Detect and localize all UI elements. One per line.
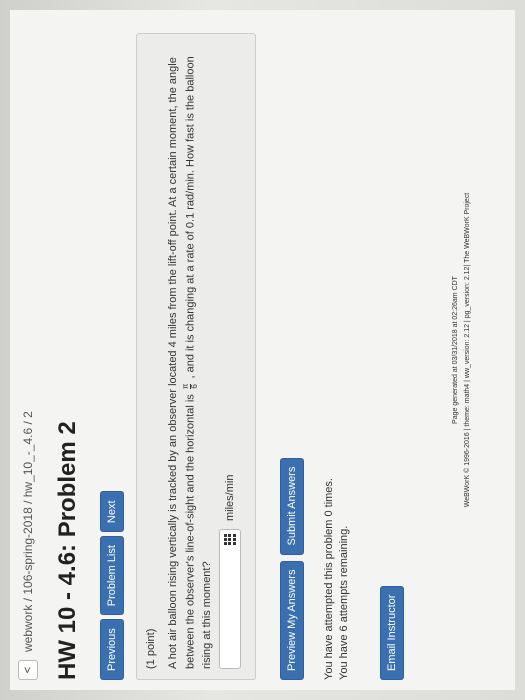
attempted-text: You have attempted this problem 0 times. [323, 478, 335, 680]
breadcrumb-path[interactable]: webwork / 106-spring-2018 / hw_10_-_4.6 … [21, 411, 35, 652]
next-button[interactable]: Next [100, 491, 124, 533]
photo-background: < webwork / 106-spring-2018 / hw_10_-_4.… [0, 0, 525, 700]
attempts-status: You have attempted this problem 0 times.… [322, 478, 352, 680]
submit-answers-button[interactable]: Submit Answers [280, 457, 304, 555]
problem-box: (1 point) A hot air balloon rising verti… [136, 33, 256, 680]
fraction-denominator: 6 [190, 384, 199, 389]
angle-fraction: π 6 [181, 383, 199, 390]
page-title: HW 10 - 4.6: Problem 2 [54, 421, 81, 680]
breadcrumb: < webwork / 106-spring-2018 / hw_10_-_4.… [18, 411, 38, 680]
remaining-text: You have 6 attempts remaining. [338, 525, 350, 680]
problem-navigation: Previous Problem List Next [100, 491, 124, 680]
previous-button[interactable]: Previous [100, 619, 124, 680]
page-footer: Page generated at 03/31/2018 at 02:26am … [450, 10, 474, 690]
preview-answers-button[interactable]: Preview My Answers [280, 560, 304, 680]
problem-points: (1 point) [145, 628, 157, 669]
answer-input[interactable] [219, 529, 241, 669]
footer-generated: Page generated at 03/31/2018 at 02:26am … [452, 276, 459, 424]
submit-row: Preview My Answers Submit Answers [280, 457, 304, 680]
answer-units: miles/min [224, 474, 236, 521]
email-instructor-button[interactable]: Email Instructor [380, 585, 404, 680]
answer-row: miles/min [219, 475, 241, 669]
grid-keypad-icon[interactable] [224, 533, 236, 545]
problem-list-button[interactable]: Problem List [100, 536, 124, 616]
webwork-page: < webwork / 106-spring-2018 / hw_10_-_4.… [10, 10, 515, 690]
footer-credits: WeBWorK © 1996-2016 | theme: math4 | ww_… [464, 192, 471, 508]
problem-statement: A hot air balloon rising vertically is t… [165, 54, 216, 669]
back-chevron-icon[interactable]: < [18, 660, 38, 680]
